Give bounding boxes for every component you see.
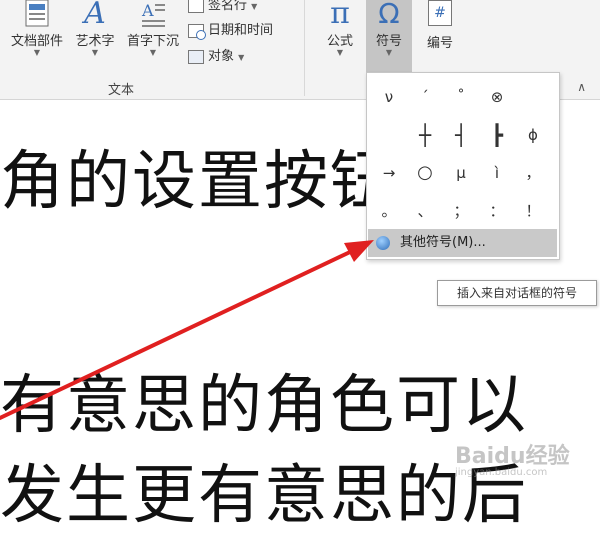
watermark-text: Baidu经验 [455,444,570,469]
annotation-arrow [0,240,374,420]
baidu-watermark: Baidu经验 jingyan.baidu.com [455,438,570,478]
